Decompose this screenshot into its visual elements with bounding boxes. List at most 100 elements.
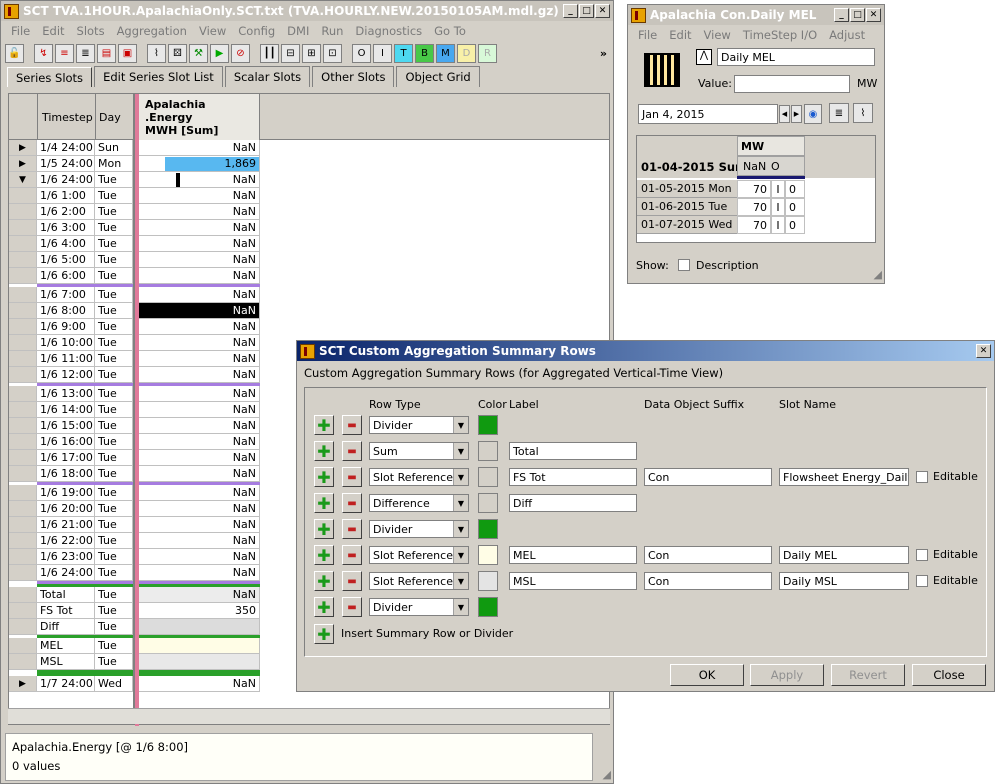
edit-icon[interactable]: ↯ [34, 43, 53, 63]
table-row[interactable]: MEL Tue [9, 638, 133, 654]
table-row[interactable]: NaN [139, 140, 609, 156]
label-input[interactable]: Diff [509, 494, 637, 512]
add-row-button[interactable]: ✚ [314, 467, 334, 487]
chevron-down-icon[interactable]: ▼ [453, 599, 468, 615]
menu-item-run[interactable]: Run [315, 24, 349, 38]
table-row[interactable]: 1/6 9:00 Tue [9, 319, 133, 335]
row-type-select[interactable]: Slot Reference ▼ [369, 468, 469, 486]
table-row[interactable]: ▼ 1/6 24:00 Tue [9, 172, 133, 188]
value-cell[interactable]: NaN [139, 172, 260, 188]
table-row[interactable]: Total Tue [9, 587, 133, 603]
resize-grip-icon[interactable]: ◢ [874, 268, 882, 281]
table-row[interactable]: 1/6 8:00 Tue [9, 303, 133, 319]
value-cell[interactable]: NaN [139, 533, 260, 549]
menu-item-view[interactable]: View [698, 28, 737, 42]
table-row[interactable]: 1/6 2:00 Tue [9, 204, 133, 220]
b-flag-icon[interactable]: B [415, 43, 434, 63]
chevron-down-icon[interactable]: ▼ [453, 443, 468, 459]
play-icon[interactable]: ▶ [210, 43, 229, 63]
o-flag-icon[interactable]: O [352, 43, 371, 63]
list-view-icon[interactable]: ≣ [829, 103, 849, 123]
value-cell[interactable]: NaN [139, 386, 260, 402]
next-date-icon[interactable]: ▶ [791, 105, 802, 123]
t-flag-icon[interactable]: T [394, 43, 413, 63]
chevron-down-icon[interactable]: ▼ [453, 469, 468, 485]
value-cell[interactable]: NaN [139, 140, 260, 156]
value-cell[interactable]: NaN [139, 565, 260, 581]
insert-row-button[interactable]: ✚ [314, 624, 334, 644]
table-row[interactable]: NaN [139, 252, 609, 268]
expand-icon[interactable]: ▶ [9, 140, 37, 156]
mel-value-cell[interactable]: 70 [737, 216, 771, 234]
color-swatch[interactable] [478, 415, 498, 435]
value-cell[interactable]: NaN [139, 517, 260, 533]
color-swatch[interactable] [478, 519, 498, 539]
add-row-button[interactable]: ✚ [314, 493, 334, 513]
table-row[interactable]: NaN [139, 188, 609, 204]
chevron-down-icon[interactable]: ▼ [453, 547, 468, 563]
row-type-select[interactable]: Slot Reference ▼ [369, 546, 469, 564]
table-row[interactable]: 1/6 15:00 Tue [9, 418, 133, 434]
stop-icon[interactable]: ⊘ [231, 43, 250, 63]
remove-row-button[interactable]: ▬ [342, 571, 362, 591]
columns-icon[interactable]: ┃┃ [260, 43, 279, 63]
value-cell[interactable]: NaN [139, 418, 260, 434]
chevron-down-icon[interactable]: ▼ [453, 521, 468, 537]
row-type-select[interactable]: Difference ▼ [369, 494, 469, 512]
remove-row-button[interactable]: ▬ [342, 415, 362, 435]
table-row[interactable]: 1/6 5:00 Tue [9, 252, 133, 268]
current-value[interactable]: NaN [743, 160, 766, 173]
remove-row-button[interactable]: ▬ [342, 493, 362, 513]
row-type-select[interactable]: Slot Reference ▼ [369, 572, 469, 590]
add-row-button[interactable]: ✚ [314, 571, 334, 591]
table-row[interactable]: 1/6 6:00 Tue [9, 268, 133, 284]
chevron-down-icon[interactable]: ▼ [453, 495, 468, 511]
table-row[interactable]: MSL Tue [9, 654, 133, 670]
slot-header-line1[interactable]: Apalachia [145, 98, 206, 111]
remove-row-button[interactable]: ▬ [342, 519, 362, 539]
chevron-down-icon[interactable]: ▼ [453, 417, 468, 433]
table-row[interactable]: ▶ 1/7 24:00 Wed [9, 676, 133, 692]
tab-object-grid[interactable]: Object Grid [396, 66, 480, 87]
label-input[interactable]: FS Tot [509, 468, 637, 486]
fit-all-icon[interactable]: ⊡ [323, 43, 342, 63]
right-hscrollbar[interactable] [134, 708, 610, 724]
value-cell[interactable]: NaN [139, 549, 260, 565]
expand-icon[interactable]: ▶ [9, 156, 37, 172]
prev-date-icon[interactable]: ◀ [779, 105, 790, 123]
resize-grip-icon[interactable]: ◢ [603, 768, 611, 781]
table-row[interactable]: 1,869 [139, 156, 609, 172]
table-row[interactable]: ▶ 1/4 24:00 Sun [9, 140, 133, 156]
menu-item-file[interactable]: File [5, 24, 36, 38]
table-row[interactable]: 1/6 3:00 Tue [9, 220, 133, 236]
label-input[interactable]: MSL [509, 572, 637, 590]
value-cell[interactable]: NaN [139, 220, 260, 236]
suffix-input[interactable]: Con [644, 468, 772, 486]
table-row[interactable]: 1/6 23:00 Tue [9, 549, 133, 565]
value-cell[interactable]: NaN [139, 466, 260, 482]
value-cell[interactable]: NaN [139, 367, 260, 383]
add-row-button[interactable]: ✚ [314, 545, 334, 565]
fit-width-icon[interactable]: ⊟ [281, 43, 300, 63]
label-input[interactable]: MEL [509, 546, 637, 564]
table-row[interactable]: 1/6 4:00 Tue [9, 236, 133, 252]
menu-item-config[interactable]: Config [232, 24, 281, 38]
row-type-select[interactable]: Divider ▼ [369, 416, 469, 434]
value-cell[interactable]: 350 [139, 603, 260, 619]
runner-icon[interactable]: ⚒ [189, 43, 208, 63]
table-row[interactable]: 1/6 18:00 Tue [9, 466, 133, 482]
left-hscrollbar[interactable] [8, 708, 134, 724]
fit-rows-icon[interactable]: ⊞ [302, 43, 321, 63]
d-flag-icon[interactable]: D [457, 43, 476, 63]
list-icon[interactable]: ≣ [76, 43, 95, 63]
chevron-down-icon[interactable]: ▼ [453, 573, 468, 589]
r-flag-icon[interactable]: R [478, 43, 497, 63]
slot-name-input[interactable]: Flowsheet Energy_Daily [779, 468, 909, 486]
overflow-icon[interactable]: » [600, 47, 607, 60]
table-row[interactable]: NaN [139, 268, 609, 284]
table-row[interactable]: NaN [139, 319, 609, 335]
table-row[interactable]: 1/6 14:00 Tue [9, 402, 133, 418]
i-flag-icon[interactable]: I [373, 43, 392, 63]
minimize-button[interactable]: _ [563, 4, 578, 18]
plot-view-icon[interactable]: ⌇ [853, 103, 873, 123]
